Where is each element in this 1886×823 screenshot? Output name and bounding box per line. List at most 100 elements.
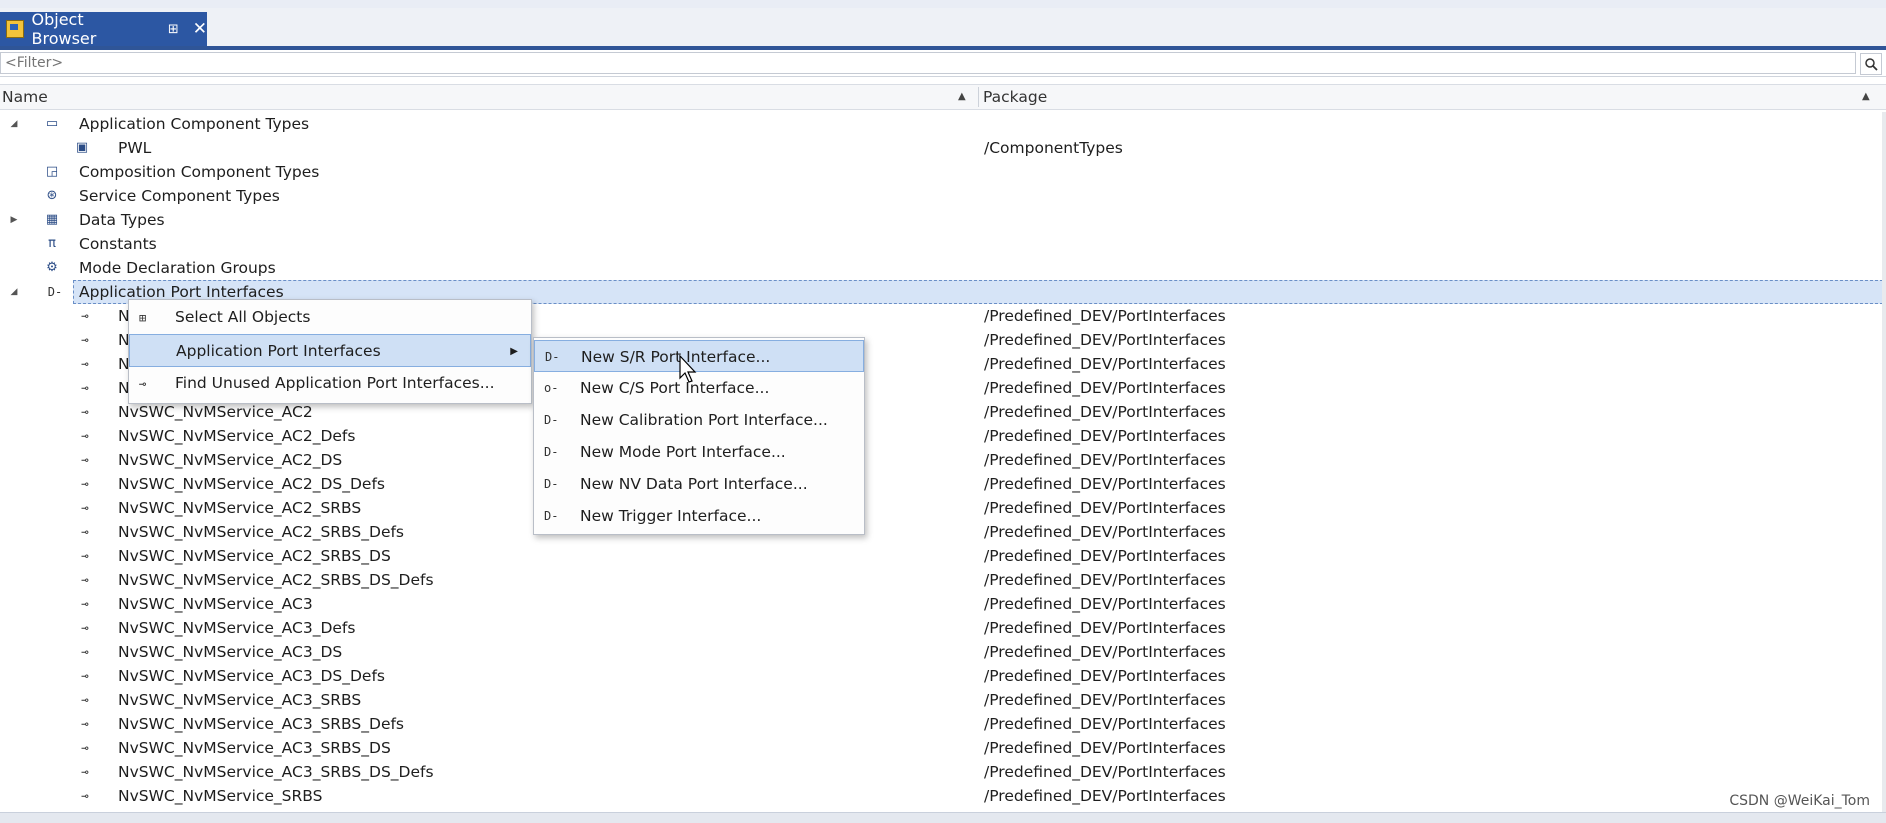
port-interface-icon: ⊸	[81, 717, 89, 731]
package-path: /Predefined_DEV/PortInterfaces	[984, 523, 1226, 541]
service-icon: ⊛	[46, 188, 58, 203]
tree-item-row[interactable]: ⊸ NvSWC_NvMService_AC3/Predefined_DEV/Por…	[0, 592, 1886, 616]
tree-category-row[interactable]: ⊛ Service Component Types	[0, 184, 1886, 208]
tree-item-row[interactable]: ⊸ NvSWC_NvMService_AC2_SRBS/Predefined_DE…	[0, 496, 1886, 520]
tree-item-label: NvSWC_NvMService_AC3	[118, 595, 313, 613]
tree-item-row[interactable]: ⊸ NvSWC_NvMService_AC2_SRBS_DS_Defs/Prede…	[0, 568, 1886, 592]
package-path: /Predefined_DEV/PortInterfaces	[984, 667, 1226, 685]
tree-item-row[interactable]: ⊸ NvSWC_NvMService_SRBS/Predefined_DEV/Po…	[0, 784, 1886, 808]
tree-item-label: NvSWC_NvMService_AC2_DS_Defs	[118, 475, 385, 493]
tree-item-label: NvSWC_NvMService_AC2_SRBS_DS	[118, 547, 391, 565]
tree-item-row[interactable]: ⊸ NvSWC_NvMService_AC2_DS_Defs/Predefined…	[0, 472, 1886, 496]
tree-item-label: Data Types	[79, 211, 165, 229]
submenu-item[interactable]: D- New Calibration Port Interface...	[534, 404, 864, 436]
submenu-item-label: New NV Data Port Interface...	[580, 475, 808, 493]
port-interface-icon: ⊸	[81, 597, 89, 611]
sr-port-icon: D-	[545, 350, 560, 364]
tree-category-row[interactable]: ⚙ Mode Declaration Groups	[0, 256, 1886, 280]
tree-category-row[interactable]: π Constants	[0, 232, 1886, 256]
tree-item-row[interactable]: ⊸ NvSWC_NvMService_AC2_Defs/Predefined_DE…	[0, 424, 1886, 448]
vertical-scrollbar[interactable]	[1882, 112, 1886, 812]
pin-icon[interactable]: ⊞	[168, 22, 179, 37]
tree-item-row[interactable]: ⊸ NvSWC_NvMService_AC3_SRBS/Predefined_DE…	[0, 688, 1886, 712]
expand-arrow-icon[interactable]: ▶	[8, 208, 20, 232]
submenu-item-label: New Mode Port Interface...	[580, 443, 786, 461]
port-interface-icon: ⊸	[81, 693, 89, 707]
submenu-item-label: New C/S Port Interface...	[580, 379, 770, 397]
column-package-header[interactable]: Package	[983, 85, 1047, 109]
tree-item-label: NvSWC_NvMService_AC2_Defs	[118, 427, 356, 445]
tree-category-row[interactable]: ◲ Composition Component Types	[0, 160, 1886, 184]
package-path: /Predefined_DEV/PortInterfaces	[984, 547, 1226, 565]
package-path: /Predefined_DEV/PortInterfaces	[984, 379, 1226, 397]
submenu-item[interactable]: D- New NV Data Port Interface...	[534, 468, 864, 500]
filter-input[interactable]	[0, 52, 1856, 74]
tree-item-row[interactable]: ⊸ NvSWC_NvMService_AC3_DS/Predefined_DEV/…	[0, 640, 1886, 664]
context_menu-item[interactable]: ⊞ Select All Objects	[129, 301, 531, 334]
tree-item-label: NvSWC_NvMService_AC3_Defs	[118, 619, 356, 637]
submenu-item-label: New Trigger Interface...	[580, 507, 762, 525]
column-divider[interactable]	[978, 87, 979, 107]
tab-object-browser[interactable]: Object Browser ⊞ ✕	[0, 10, 207, 48]
calibration-port-icon: D-	[544, 413, 559, 427]
tree-item-label: Service Component Types	[79, 187, 280, 205]
tree-category-row[interactable]: ▶ ▦ Data Types	[0, 208, 1886, 232]
tree-item-row[interactable]: ⊸ NvSWC_NvMService_AC3_SRBS_Defs/Predefin…	[0, 712, 1886, 736]
tree-item-label: NvSWC_NvMService_SRBS	[118, 787, 323, 805]
sort-up-icon[interactable]: ▲	[1862, 85, 1870, 109]
submenu-item[interactable]: D- New S/R Port Interface...	[534, 340, 864, 372]
package-path: /Predefined_DEV/PortInterfaces	[984, 307, 1226, 325]
submenu-item-label: New Calibration Port Interface...	[580, 411, 828, 429]
package-path: /Predefined_DEV/PortInterfaces	[984, 403, 1226, 421]
tree-item-label: NvSWC_NvMService_AC3_DS_Defs	[118, 667, 385, 685]
component-icon: ▣	[75, 140, 89, 155]
submenu-arrow-icon: ▶	[510, 346, 518, 357]
tree-item-label: NvSWC_NvMService_AC2_SRBS_Defs	[118, 523, 405, 541]
tree-item-row[interactable]: ⊸ NvSWC_NvMService_AC3_SRBS_DS_Defs/Prede…	[0, 760, 1886, 784]
context_menu-item-label: Find Unused Application Port Interfaces.…	[175, 374, 495, 392]
sort-up-icon[interactable]: ▲	[958, 85, 966, 109]
tree-item-row[interactable]: ▣ PWL/ComponentTypes	[0, 136, 1886, 160]
composition-icon: ◲	[45, 164, 59, 179]
port-interface-icon: ⊸	[81, 621, 89, 635]
mode-groups-icon: ⚙	[46, 260, 58, 275]
context_menu-item[interactable]: ⊸ Find Unused Application Port Interfaces…	[129, 367, 531, 400]
context_menu-item[interactable]: Application Port Interfaces ▶	[129, 334, 531, 367]
package-path: /Predefined_DEV/PortInterfaces	[984, 715, 1226, 733]
submenu-item[interactable]: D- New Trigger Interface...	[534, 500, 864, 532]
tree-item-label: NvSWC_NvMService_AC3_SRBS_DS	[118, 739, 391, 757]
object-browser-icon	[6, 20, 24, 38]
port-interface-icon: ⊸	[81, 309, 89, 323]
tree-item-row[interactable]: ⊸ NvSWC_NvMService_AC3_DS_Defs/Predefined…	[0, 664, 1886, 688]
tree-category-row[interactable]: ◢ ▭ Application Component Types	[0, 112, 1886, 136]
watermark: CSDN @WeiKai_Tom	[1729, 793, 1870, 809]
package-path: /Predefined_DEV/PortInterfaces	[984, 427, 1226, 445]
tree-item-row[interactable]: ⊸ NvSWC_NvMService_AC2_SRBS_DS/Predefined…	[0, 544, 1886, 568]
trigger-port-icon: D-	[544, 509, 559, 523]
tree-item-row[interactable]: ⊸ NvSWC_NvMService_AC2_DS/Predefined_DEV/…	[0, 448, 1886, 472]
collapse-arrow-icon[interactable]: ◢	[8, 280, 20, 304]
column-name-header[interactable]: Name	[2, 85, 48, 109]
tree-item-row[interactable]: ⊸ NvSWC_NvMService_AC2_SRBS_Defs/Predefin…	[0, 520, 1886, 544]
package-path: /Predefined_DEV/PortInterfaces	[984, 787, 1226, 805]
close-icon[interactable]: ✕	[193, 19, 207, 39]
port-interface-icon: ⊸	[81, 381, 89, 395]
component-types-icon: ▭	[45, 116, 59, 131]
mouse-cursor-icon	[679, 354, 697, 383]
collapse-arrow-icon[interactable]: ◢	[8, 112, 20, 136]
port-interface-icon: ⊸	[81, 789, 89, 803]
mode-port-icon: D-	[544, 445, 559, 459]
submenu-item[interactable]: o- New C/S Port Interface...	[534, 372, 864, 404]
tree-item-label: Mode Declaration Groups	[79, 259, 276, 277]
tree-item-label: NvSWC_NvMService_AC2_DS	[118, 451, 343, 469]
nv-data-port-icon: D-	[544, 477, 559, 491]
package-path: /Predefined_DEV/PortInterfaces	[984, 451, 1226, 469]
data-types-icon: ▦	[45, 212, 59, 227]
search-button[interactable]	[1860, 53, 1882, 75]
port-interface-icon: ⊸	[81, 477, 89, 491]
submenu-item[interactable]: D- New Mode Port Interface...	[534, 436, 864, 468]
tree-item-label: Application Component Types	[79, 115, 310, 133]
tree-item-row[interactable]: ⊸ NvSWC_NvMService_AC3_Defs/Predefined_DE…	[0, 616, 1886, 640]
tree-item-label: NvSWC_NvMService_AC2_SRBS_DS_Defs	[118, 571, 434, 589]
tree-item-row[interactable]: ⊸ NvSWC_NvMService_AC3_SRBS_DS/Predefined…	[0, 736, 1886, 760]
